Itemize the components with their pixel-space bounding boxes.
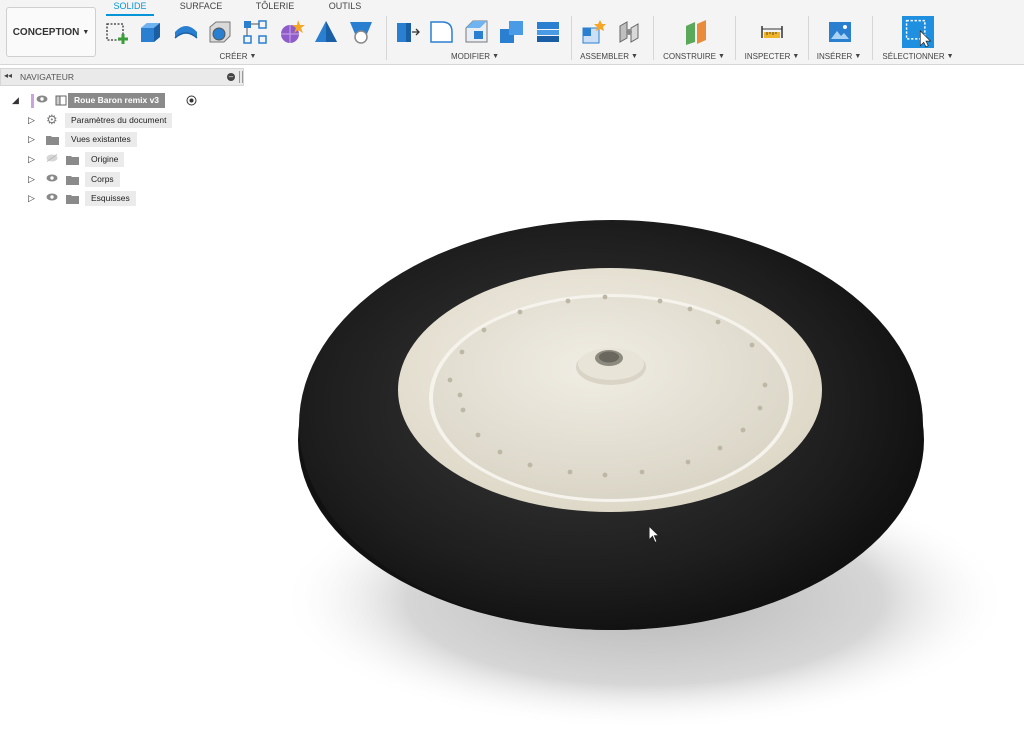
select-icon[interactable]: [902, 16, 934, 48]
offset-plane-icon[interactable]: [681, 17, 711, 47]
tree-item-label: Corps: [85, 172, 120, 187]
gear-icon: ⚙: [46, 112, 58, 127]
visibility-eye-icon[interactable]: [36, 95, 48, 103]
navigator-header[interactable]: ◂◂ NAVIGATEUR –: [0, 68, 244, 86]
minimize-icon[interactable]: –: [227, 73, 235, 81]
expanded-arrow-icon[interactable]: ◢: [12, 95, 19, 106]
tab-outils[interactable]: OUTILS: [324, 0, 366, 14]
rectangular-pattern-icon[interactable]: [240, 17, 270, 47]
joint-icon[interactable]: [614, 17, 644, 47]
construct-group-menu[interactable]: CONSTRUIRE ▼: [660, 51, 728, 62]
sweep-icon[interactable]: [346, 17, 376, 47]
toolbar: CONCEPTION ▼ SOLIDE SURFACE TÔLERIE OUTI…: [0, 0, 1024, 65]
tree-root-row[interactable]: ◢ Roue Baron remix v3: [0, 92, 220, 109]
modify-group-label: MODIFIER: [450, 52, 491, 61]
construct-group-label: CONSTRUIRE: [663, 52, 716, 61]
modify-group-menu[interactable]: MODIFIER ▼: [446, 51, 504, 62]
create-form-icon[interactable]: [276, 17, 306, 47]
resize-grip-icon[interactable]: [239, 71, 243, 83]
tree-item-origin[interactable]: ▷ Origine: [0, 151, 220, 168]
workspace-switcher-button[interactable]: CONCEPTION ▼: [6, 7, 96, 57]
tree-item-label: Vues existantes: [65, 132, 137, 147]
caret-down-icon: ▼: [249, 53, 257, 60]
loft-icon[interactable]: [311, 17, 341, 47]
navigator-title: NAVIGATEUR: [20, 72, 74, 82]
tree-item-bodies[interactable]: ▷ Corps: [0, 171, 220, 188]
component-icon: [55, 95, 67, 106]
visibility-eye-icon[interactable]: [46, 174, 58, 182]
tab-surface[interactable]: SURFACE: [176, 0, 226, 14]
new-component-icon[interactable]: [578, 17, 608, 47]
hidden-eye-icon[interactable]: [46, 154, 58, 162]
select-group-menu[interactable]: SÉLECTIONNER ▼: [880, 51, 956, 62]
assemble-group-menu[interactable]: ASSEMBLER ▼: [577, 51, 641, 62]
tree-item-label: Paramètres du document: [65, 113, 173, 128]
toolbar-separator: [872, 16, 873, 60]
expand-arrow-icon[interactable]: ▷: [28, 134, 35, 145]
active-component-marker: [31, 94, 34, 108]
folder-icon: [66, 156, 79, 165]
toolbar-separator: [808, 16, 809, 60]
tab-tolerie[interactable]: TÔLERIE: [252, 0, 298, 14]
caret-down-icon: ▼: [82, 28, 90, 36]
axle-hole-inner: [599, 351, 619, 363]
inspect-group-menu[interactable]: INSPECTER ▼: [743, 51, 801, 62]
fillet-icon[interactable]: [427, 17, 457, 47]
workspace-label: CONCEPTION: [12, 26, 80, 38]
hub-plate: [433, 297, 789, 499]
press-pull-icon[interactable]: [392, 17, 422, 47]
toolbar-separator: [571, 16, 572, 60]
folder-icon: [66, 195, 79, 204]
shell-icon[interactable]: [533, 17, 563, 47]
hole-icon[interactable]: [205, 17, 235, 47]
toolbar-separator: [653, 16, 654, 60]
expand-arrow-icon[interactable]: ▷: [28, 115, 35, 126]
toolbar-separator: [735, 16, 736, 60]
insert-image-icon[interactable]: [825, 17, 855, 47]
assemble-group-label: ASSEMBLER: [580, 52, 629, 61]
tree-item-document-settings[interactable]: ▷ ⚙ Paramètres du document: [0, 112, 220, 129]
insert-group-label: INSÉRER: [816, 52, 853, 61]
caret-down-icon: ▼: [492, 53, 500, 60]
insert-group-menu[interactable]: INSÉRER ▼: [813, 51, 865, 62]
expand-arrow-icon[interactable]: ▷: [28, 174, 35, 185]
folder-icon: [46, 136, 59, 145]
create-group-menu[interactable]: CRÉER ▼: [212, 51, 264, 62]
extrude-icon[interactable]: [135, 17, 165, 47]
tree-root-label: Roue Baron remix v3: [68, 93, 166, 108]
caret-down-icon: ▼: [792, 53, 800, 60]
select-group-label: SÉLECTIONNER: [882, 52, 945, 61]
visibility-eye-icon[interactable]: [46, 193, 58, 201]
expand-arrow-icon[interactable]: ▷: [28, 193, 35, 204]
folder-icon: [66, 176, 79, 185]
tree-item-named-views[interactable]: ▷ Vues existantes: [0, 131, 220, 148]
caret-down-icon: ▼: [854, 53, 862, 60]
activate-radio-icon[interactable]: [186, 95, 197, 106]
tab-solide[interactable]: SOLIDE: [106, 0, 154, 16]
create-group-label: CRÉER: [219, 52, 248, 61]
tree-item-label: Origine: [85, 152, 125, 167]
tree-item-sketches[interactable]: ▷ Esquisses: [0, 190, 220, 207]
expand-arrow-icon[interactable]: ▷: [28, 154, 35, 165]
revolve-icon[interactable]: [171, 17, 201, 47]
caret-down-icon: ▼: [630, 53, 638, 60]
tree-item-label: Esquisses: [85, 191, 136, 206]
measure-icon[interactable]: [757, 17, 787, 47]
caret-down-icon: ▼: [946, 53, 954, 60]
mouse-cursor-icon: [648, 525, 661, 544]
create-sketch-icon[interactable]: [102, 17, 132, 47]
collapse-icon[interactable]: ◂◂: [4, 71, 12, 80]
combine-icon[interactable]: [497, 17, 527, 47]
toolbar-separator: [386, 16, 387, 60]
inspect-group-label: INSPECTER: [744, 52, 791, 61]
chamfer-icon[interactable]: [462, 17, 492, 47]
caret-down-icon: ▼: [717, 53, 725, 60]
